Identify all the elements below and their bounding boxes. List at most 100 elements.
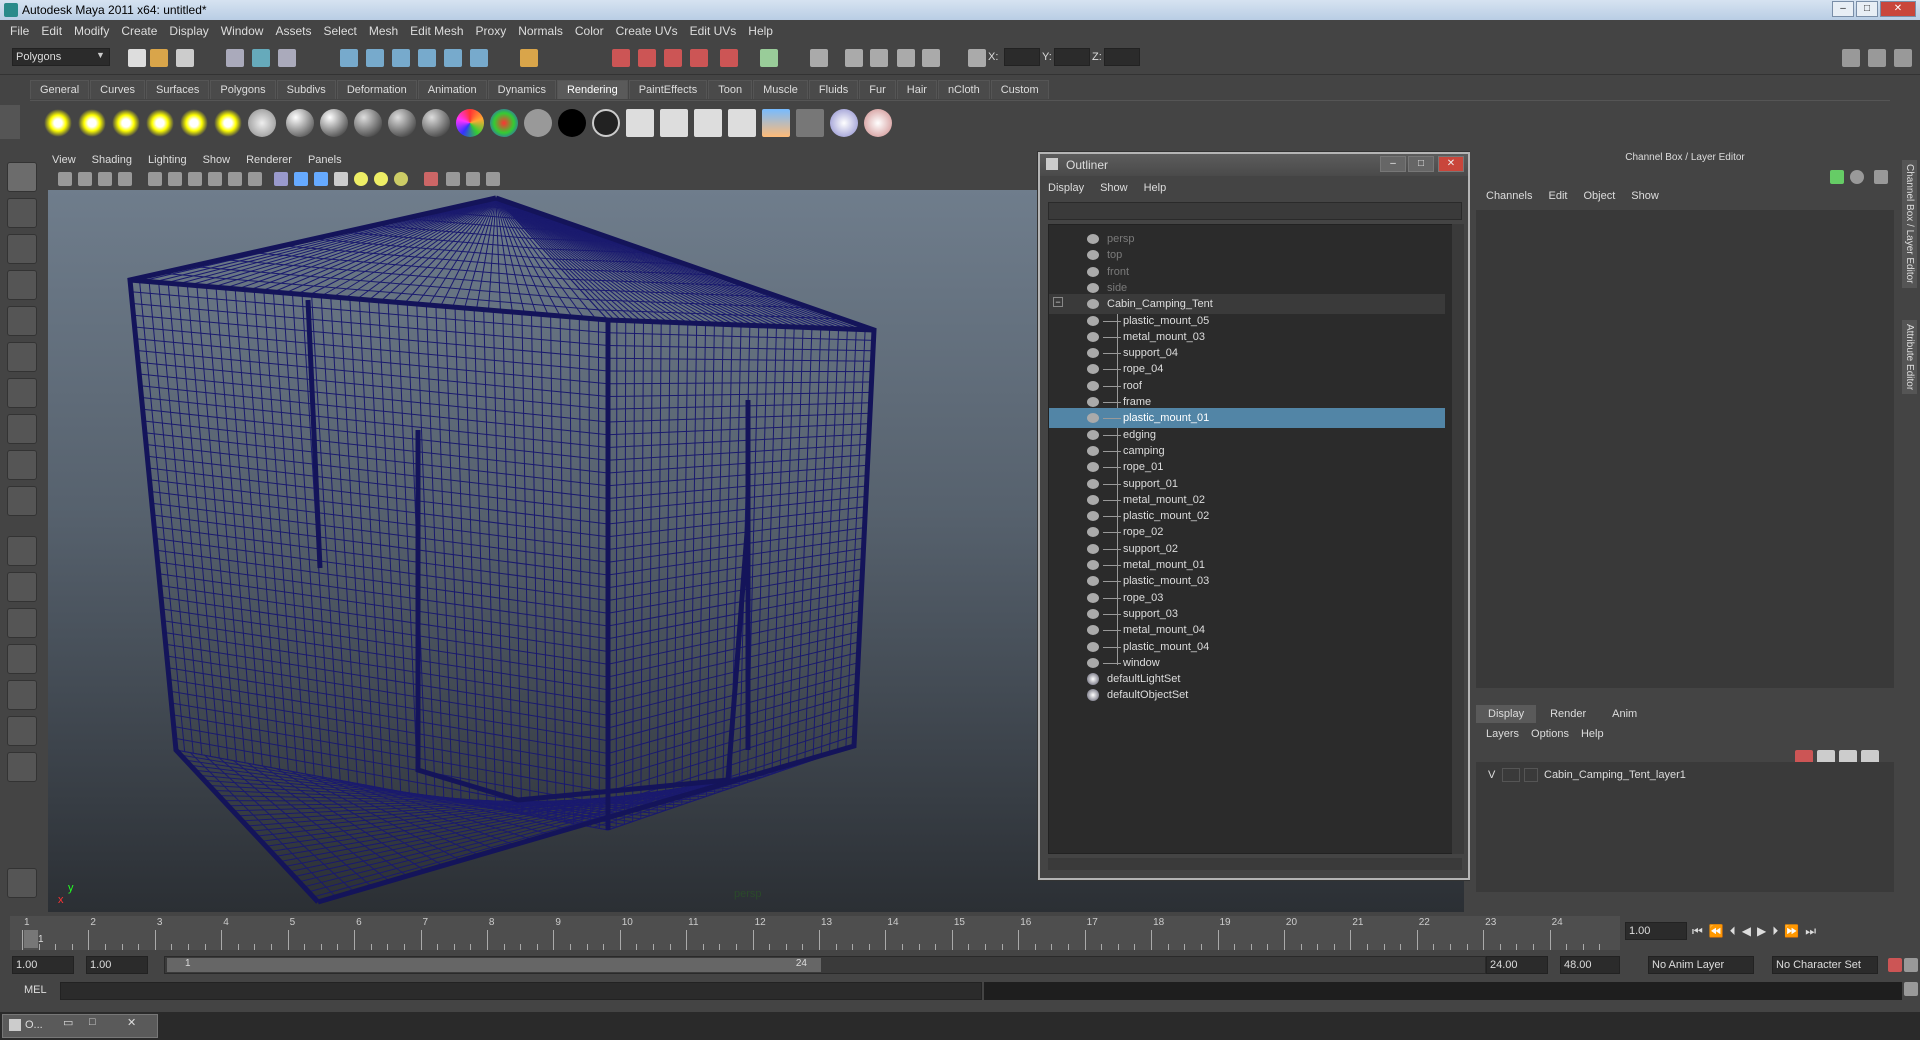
viewport-menu-lighting[interactable]: Lighting	[140, 154, 195, 166]
menu-help[interactable]: Help	[742, 24, 779, 38]
xray-icon[interactable]	[446, 172, 460, 186]
hyperbolic-icon[interactable]	[1874, 170, 1888, 184]
scale-tool-icon[interactable]	[7, 342, 37, 372]
select-hierarchy-icon[interactable]	[226, 49, 244, 67]
safe-title-icon[interactable]	[248, 172, 262, 186]
universal-manipulator-icon[interactable]	[7, 378, 37, 408]
tool-settings-toggle-icon[interactable]	[1868, 49, 1886, 67]
gate-mask-icon[interactable]	[208, 172, 222, 186]
menu-modify[interactable]: Modify	[68, 24, 115, 38]
menu-edit-mesh[interactable]: Edit Mesh	[404, 24, 469, 38]
shelf-tab-painteffects[interactable]: PaintEffects	[628, 80, 708, 99]
shelf-tab-curves[interactable]: Curves	[90, 80, 145, 99]
speed-icon[interactable]	[1850, 170, 1864, 184]
viewport-menu-panels[interactable]: Panels	[300, 154, 350, 166]
auto-key-icon[interactable]	[1888, 958, 1902, 972]
layer-playback-toggle[interactable]	[1502, 768, 1520, 782]
render-current-shelf-icon[interactable]	[626, 109, 654, 137]
ipr-shelf-icon[interactable]	[660, 109, 688, 137]
script-editor-icon[interactable]	[1904, 982, 1918, 996]
step-forward-frame-icon[interactable]: ⏵	[1772, 924, 1778, 939]
grid-icon[interactable]	[148, 172, 162, 186]
smooth-shade-icon[interactable]	[294, 172, 308, 186]
shelf-menu-icon[interactable]	[0, 105, 20, 139]
minimized-outliner-button[interactable]: O... ▭ □ ✕	[2, 1014, 158, 1038]
menu-create-uvs[interactable]: Create UVs	[610, 24, 684, 38]
menu-color[interactable]: Color	[569, 24, 610, 38]
menu-normals[interactable]: Normals	[512, 24, 569, 38]
lasso-tool-icon[interactable]	[7, 198, 37, 228]
camera-attributes-icon[interactable]	[78, 172, 92, 186]
animation-preferences-icon[interactable]	[1904, 958, 1918, 972]
layer-menu-layers[interactable]: Layers	[1480, 728, 1525, 740]
camera-icon[interactable]	[870, 49, 888, 67]
viewport-menu-renderer[interactable]: Renderer	[238, 154, 300, 166]
select-camera-icon[interactable]	[58, 172, 72, 186]
paint-effects-icon[interactable]	[830, 109, 858, 137]
volume-light-icon[interactable]	[214, 109, 242, 137]
z-field[interactable]	[1104, 48, 1140, 66]
attribute-editor-side-tab[interactable]: Attribute Editor	[1902, 320, 1917, 395]
command-language-label[interactable]: MEL	[24, 984, 47, 996]
bookmarks-icon[interactable]	[98, 172, 112, 186]
task-maximize-icon[interactable]: □	[89, 1016, 96, 1028]
quick-layout-icon[interactable]	[7, 868, 37, 898]
x-field[interactable]	[1004, 48, 1040, 66]
shelf-tab-fur[interactable]: Fur	[859, 80, 896, 99]
shading-map-icon[interactable]	[592, 109, 620, 137]
hypershade-icon[interactable]	[690, 49, 708, 67]
directional-light-icon[interactable]	[78, 109, 106, 137]
safe-action-icon[interactable]	[228, 172, 242, 186]
menu-window[interactable]: Window	[215, 24, 270, 38]
menu-create[interactable]: Create	[115, 24, 163, 38]
save-scene-icon[interactable]	[176, 49, 194, 67]
batch-render-icon[interactable]	[694, 109, 722, 137]
step-back-key-icon[interactable]: ⏪	[1709, 924, 1724, 938]
layered-shader-icon[interactable]	[558, 109, 586, 137]
play-forwards-icon[interactable]: ▶	[1757, 924, 1766, 938]
persp-graph-layout-icon[interactable]	[7, 644, 37, 674]
range-slider-handle[interactable]: 1 24	[167, 958, 821, 972]
all-lights-icon[interactable]	[374, 172, 388, 186]
outliner-menu-show[interactable]: Show	[1092, 182, 1136, 198]
snap-point-icon[interactable]	[392, 49, 410, 67]
character-set-dropdown[interactable]: No Character Set	[1772, 956, 1878, 974]
menu-edit-uvs[interactable]: Edit UVs	[684, 24, 743, 38]
film-gate-icon[interactable]	[168, 172, 182, 186]
viewport-menu-view[interactable]: View	[44, 154, 84, 166]
shelf-tab-animation[interactable]: Animation	[417, 80, 487, 99]
layer-menu-options[interactable]: Options	[1525, 728, 1575, 740]
go-to-start-icon[interactable]: ⏮	[1692, 924, 1703, 939]
shelf-tab-subdivs[interactable]: Subdivs	[276, 80, 336, 99]
ipr-render-icon[interactable]	[638, 49, 656, 67]
outliner-search-input[interactable]	[1048, 202, 1462, 220]
current-frame-field[interactable]: 1.00	[1625, 922, 1687, 940]
task-restore-icon[interactable]: ▭	[63, 1016, 73, 1029]
range-slider[interactable]: 1 24	[164, 956, 1486, 974]
show-manipulator-icon[interactable]	[7, 450, 37, 480]
layout-options-icon[interactable]	[7, 752, 37, 782]
snap-grid-icon[interactable]	[340, 49, 358, 67]
channel-menu-show[interactable]: Show	[1623, 190, 1667, 202]
outliner-vertical-scrollbar[interactable]	[1452, 224, 1464, 854]
playback-start-field[interactable]: 1.00	[86, 956, 148, 974]
go-to-end-icon[interactable]: ⏭	[1805, 924, 1816, 939]
texture-paint-icon[interactable]	[864, 109, 892, 137]
menu-proxy[interactable]: Proxy	[470, 24, 513, 38]
shelf-tab-surfaces[interactable]: Surfaces	[145, 80, 210, 99]
shelf-tab-deformation[interactable]: Deformation	[336, 80, 417, 99]
outliner-maximize-button[interactable]: □	[1408, 156, 1434, 172]
shelf-tab-toon[interactable]: Toon	[708, 80, 753, 99]
sidebar-toggle-icon[interactable]	[810, 49, 828, 67]
spot-light-icon[interactable]	[146, 109, 174, 137]
menu-display[interactable]: Display	[163, 24, 214, 38]
last-tool-icon[interactable]	[7, 486, 37, 516]
rotate-tool-icon[interactable]	[7, 306, 37, 336]
layer-visibility-toggle[interactable]: V	[1488, 766, 1495, 784]
anisotropic-material-icon[interactable]	[286, 109, 314, 137]
shelf-tab-fluids[interactable]: Fluids	[808, 80, 859, 99]
play-backwards-icon[interactable]: ◀	[1742, 924, 1751, 938]
outliner-persp-graph-layout-icon[interactable]	[7, 716, 37, 746]
step-forward-key-icon[interactable]: ⏩	[1784, 924, 1799, 938]
outliner-horizontal-scrollbar[interactable]	[1048, 858, 1462, 870]
